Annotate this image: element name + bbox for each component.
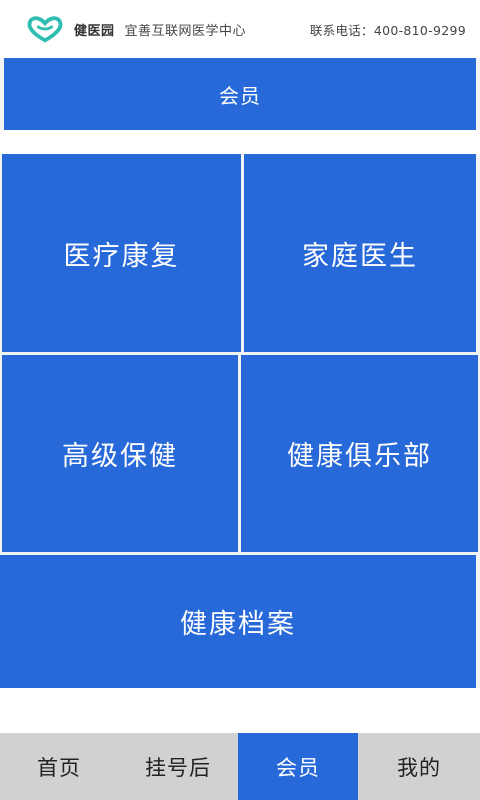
tab-label: 我的 xyxy=(397,755,441,780)
contact-phone: 联系电话：400-810-9299 xyxy=(309,22,466,38)
bottom-tab-bar: 首页 挂号后 会员 我的 xyxy=(0,733,480,800)
tile-medical-rehab[interactable]: 医疗康复 xyxy=(2,154,241,352)
page-title: 会员 xyxy=(4,58,476,130)
tab-mine[interactable]: 我的 xyxy=(358,733,480,800)
tile-premium-care[interactable]: 高级保健 xyxy=(2,355,238,552)
top-header: 健医园 宜善互联网医学中心 联系电话：400-810-9299 xyxy=(0,0,480,58)
content-bottom-area xyxy=(0,688,480,733)
spacer xyxy=(0,130,480,154)
tile-health-club[interactable]: 健康俱乐部 xyxy=(241,355,478,552)
brand-logo-icon xyxy=(27,16,63,43)
tab-label: 首页 xyxy=(37,755,81,780)
tile-label: 家庭医生 xyxy=(302,240,418,272)
brand-slogan: 宜善互联网医学中心 xyxy=(124,23,247,39)
tile-label: 高级保健 xyxy=(62,441,178,472)
tile-label: 健康档案 xyxy=(180,609,296,640)
tab-after-registration[interactable]: 挂号后 xyxy=(118,733,238,800)
brand-name: 健医园 xyxy=(74,23,115,39)
tab-membership[interactable]: 会员 xyxy=(238,733,358,800)
tab-home[interactable]: 首页 xyxy=(0,733,118,800)
tile-health-records[interactable]: 健康档案 xyxy=(0,555,476,688)
tab-label: 挂号后 xyxy=(145,755,211,780)
tile-family-doctor[interactable]: 家庭医生 xyxy=(244,154,476,352)
tile-label: 健康俱乐部 xyxy=(287,441,432,472)
tile-label: 医疗康复 xyxy=(63,240,180,272)
tab-label: 会员 xyxy=(276,755,320,780)
